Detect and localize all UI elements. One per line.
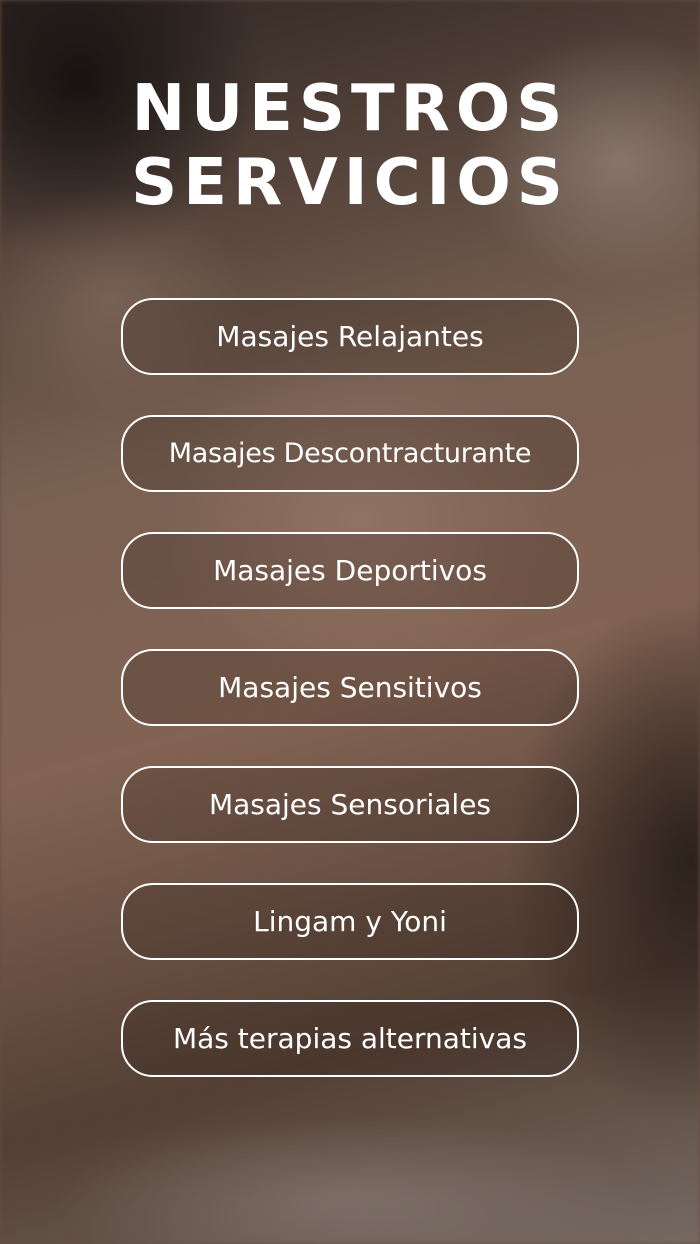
service-button-masajes-sensitivos[interactable]: Masajes Sensitivos: [121, 649, 579, 726]
service-button-masajes-relajantes[interactable]: Masajes Relajantes: [121, 298, 579, 375]
service-button-label: Masajes Deportivos: [213, 554, 487, 587]
services-list: Masajes Relajantes Masajes Descontractur…: [121, 298, 579, 1117]
service-button-label: Masajes Sensitivos: [218, 671, 482, 704]
page-title-line2: SERVICIOS: [131, 146, 569, 220]
page-title: NUESTROS SERVICIOS: [0, 72, 700, 220]
content: NUESTROS SERVICIOS Masajes Relajantes Ma…: [0, 0, 700, 1244]
service-button-label: Masajes Sensoriales: [208, 788, 492, 821]
service-button-label: Más terapias alternativas: [172, 1022, 528, 1055]
service-button-lingam-y-yoni[interactable]: Lingam y Yoni: [121, 883, 579, 960]
service-button-label: Lingam y Yoni: [253, 905, 447, 938]
service-button-masajes-deportivos[interactable]: Masajes Deportivos: [121, 532, 579, 609]
service-button-label: Masajes Relajantes: [216, 320, 484, 353]
service-button-masajes-sensoriales[interactable]: Masajes Sensoriales: [121, 766, 579, 843]
service-button-label: Masajes Descontracturante: [168, 438, 532, 469]
service-button-masajes-descontracturante[interactable]: Masajes Descontracturante: [121, 415, 579, 492]
services-screen: NUESTROS SERVICIOS Masajes Relajantes Ma…: [0, 0, 700, 1244]
page-title-line1: NUESTROS: [131, 72, 569, 146]
service-button-mas-terapias[interactable]: Más terapias alternativas: [121, 1000, 579, 1077]
